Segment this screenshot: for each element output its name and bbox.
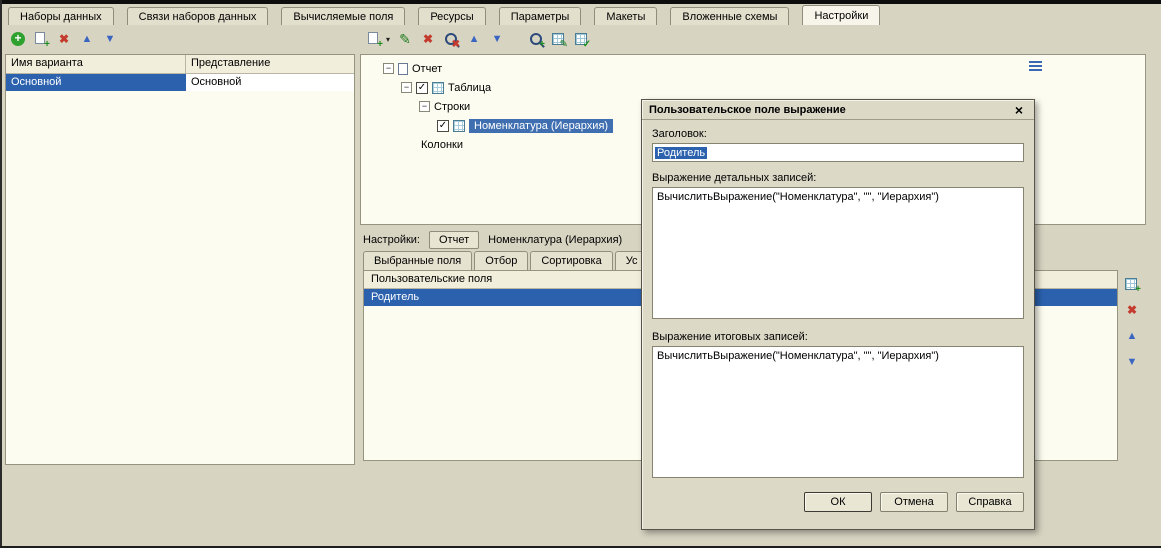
tree-item-report[interactable]: − Отчет <box>361 59 1145 78</box>
move-field-down-button[interactable]: ▼ <box>1124 354 1140 370</box>
move-element-down-button[interactable]: ▼ <box>489 31 505 47</box>
plus-badge-icon: + <box>377 39 383 50</box>
column-header-variant-name[interactable]: Имя варианта <box>6 55 186 73</box>
check-badge-icon: ✓ <box>582 39 592 50</box>
tree-item-label[interactable]: Таблица <box>448 82 491 94</box>
tab-templates[interactable]: Макеты <box>594 7 658 25</box>
dialog-title: Пользовательское поле выражение <box>649 103 846 116</box>
user-field-expression-dialog: Пользовательское поле выражение × Заголо… <box>641 99 1035 530</box>
delete-element-button[interactable]: ✖ <box>420 31 436 47</box>
tab-resources[interactable]: Ресурсы <box>418 7 486 25</box>
window-edge-left <box>0 0 2 548</box>
tab-nested-schemas[interactable]: Вложенные схемы <box>670 7 790 25</box>
tab-data-set-links[interactable]: Связи наборов данных <box>126 7 269 25</box>
copy-variant-button[interactable]: + <box>33 31 50 50</box>
ok-button[interactable]: ОК <box>804 492 872 512</box>
move-field-up-button[interactable]: ▲ <box>1124 328 1140 344</box>
detail-expression-textarea[interactable]: ВычислитьВыражение("Номенклатура", "", "… <box>652 187 1024 319</box>
dialog-buttons: ОК Отмена Справка <box>652 492 1024 512</box>
pencil-badge-icon: ✎ <box>559 39 569 50</box>
dialog-title-bar[interactable]: Пользовательское поле выражение × <box>642 100 1034 120</box>
variants-toolbar: + + ✖ ▲ ▼ <box>10 31 118 50</box>
add-element-button[interactable]: + <box>366 31 383 50</box>
collapse-expander-icon[interactable]: − <box>383 63 394 74</box>
delete-badge-icon: ✖ <box>451 39 461 50</box>
move-variant-down-button[interactable]: ▼ <box>102 31 118 47</box>
group-checkbox[interactable]: ✓ <box>437 119 449 132</box>
add-dropdown-arrow-icon[interactable]: ▾ <box>386 35 390 44</box>
tree-item-label[interactable]: Строки <box>434 101 470 113</box>
total-expression-label: Выражение итоговых записей: <box>652 331 808 343</box>
dialog-body: Заголовок: Родитель Выражение детальных … <box>642 120 1034 520</box>
tree-item-label-selected[interactable]: Номенклатура (Иерархия) <box>469 118 614 133</box>
tab-data-sets[interactable]: Наборы данных <box>8 7 114 25</box>
title-input-selected-text: Родитель <box>655 146 708 159</box>
add-field-button[interactable]: + <box>1124 276 1141 295</box>
variants-table: Имя варианта Представление Основной Осно… <box>5 54 355 465</box>
settings-label: Настройки: <box>363 234 420 246</box>
plus-badge-icon: + <box>1135 284 1141 295</box>
group-icon <box>453 119 465 132</box>
tab-selected-fields[interactable]: Выбранные поля <box>363 251 473 270</box>
report-doc-icon <box>398 62 408 75</box>
settings-bar: Настройки: Отчет Номенклатура (Иерархия) <box>363 230 622 250</box>
collapse-expander-icon[interactable]: − <box>401 82 412 93</box>
table-checkbox[interactable]: ✓ <box>416 81 428 94</box>
total-expression-textarea[interactable]: ВычислитьВыражение("Номенклатура", "", "… <box>652 346 1024 478</box>
table-edit-button[interactable]: ✎ <box>551 31 569 50</box>
tab-settings[interactable]: Настройки <box>802 5 881 25</box>
move-element-up-button[interactable]: ▲ <box>466 31 482 47</box>
variants-table-header: Имя варианта Представление <box>6 55 354 74</box>
variant-name-cell[interactable]: Основной <box>6 74 186 91</box>
custom-fields-toolbar: + ✖ ▲ ▼ <box>1124 276 1141 370</box>
tree-item-table[interactable]: − ✓ Таблица <box>361 78 1145 97</box>
delete-field-button[interactable]: ✖ <box>1124 302 1140 318</box>
cancel-button[interactable]: Отмена <box>880 492 948 512</box>
plus-badge-icon: + <box>539 39 546 50</box>
settings-report-button[interactable]: Отчет <box>429 231 480 249</box>
plus-badge-icon: + <box>44 39 50 50</box>
tree-item-label[interactable]: Отчет <box>412 63 442 75</box>
report-designer-window: Наборы данных Связи наборов данных Вычис… <box>0 0 1161 548</box>
settings-path-label[interactable]: Номенклатура (Иерархия) <box>488 234 622 246</box>
magnifier-plus-button[interactable]: + <box>528 31 546 50</box>
main-tabbar: Наборы данных Связи наборов данных Вычис… <box>8 5 881 25</box>
tab-calculated-fields[interactable]: Вычисляемые поля <box>281 7 406 25</box>
check-element-button[interactable]: ✖ <box>443 31 461 50</box>
tab-sorting[interactable]: Сортировка <box>530 251 613 270</box>
table-check-button[interactable]: ✓ <box>574 31 592 50</box>
window-edge-top <box>0 0 1161 4</box>
title-input[interactable]: Родитель <box>652 143 1024 162</box>
variant-row[interactable]: Основной Основной <box>6 74 354 91</box>
plus-icon: + <box>11 32 25 46</box>
delete-variant-button[interactable]: ✖ <box>56 31 72 47</box>
variant-presentation-cell[interactable]: Основной <box>186 74 354 91</box>
close-icon[interactable]: × <box>1011 102 1027 118</box>
add-variant-button[interactable]: + <box>10 31 26 47</box>
title-field-label: Заголовок: <box>652 128 707 140</box>
tree-item-label[interactable]: Колонки <box>421 139 463 151</box>
edit-element-button[interactable]: ✎ <box>397 31 413 47</box>
collapse-expander-icon[interactable]: − <box>419 101 430 112</box>
column-header-presentation[interactable]: Представление <box>186 55 354 73</box>
tab-filter[interactable]: Отбор <box>474 251 529 270</box>
tab-parameters[interactable]: Параметры <box>498 7 582 25</box>
detail-expression-label: Выражение детальных записей: <box>652 172 817 184</box>
settings-tabbar: Выбранные поля Отбор Сортировка Ус <box>363 251 649 270</box>
help-button[interactable]: Справка <box>956 492 1024 512</box>
table-icon <box>432 81 444 94</box>
structure-toolbar: + ▾ ✎ ✖ ✖ ▲ ▼ + ✎ ✓ <box>366 31 592 50</box>
move-variant-up-button[interactable]: ▲ <box>79 31 95 47</box>
list-settings-icon[interactable] <box>1029 61 1042 71</box>
